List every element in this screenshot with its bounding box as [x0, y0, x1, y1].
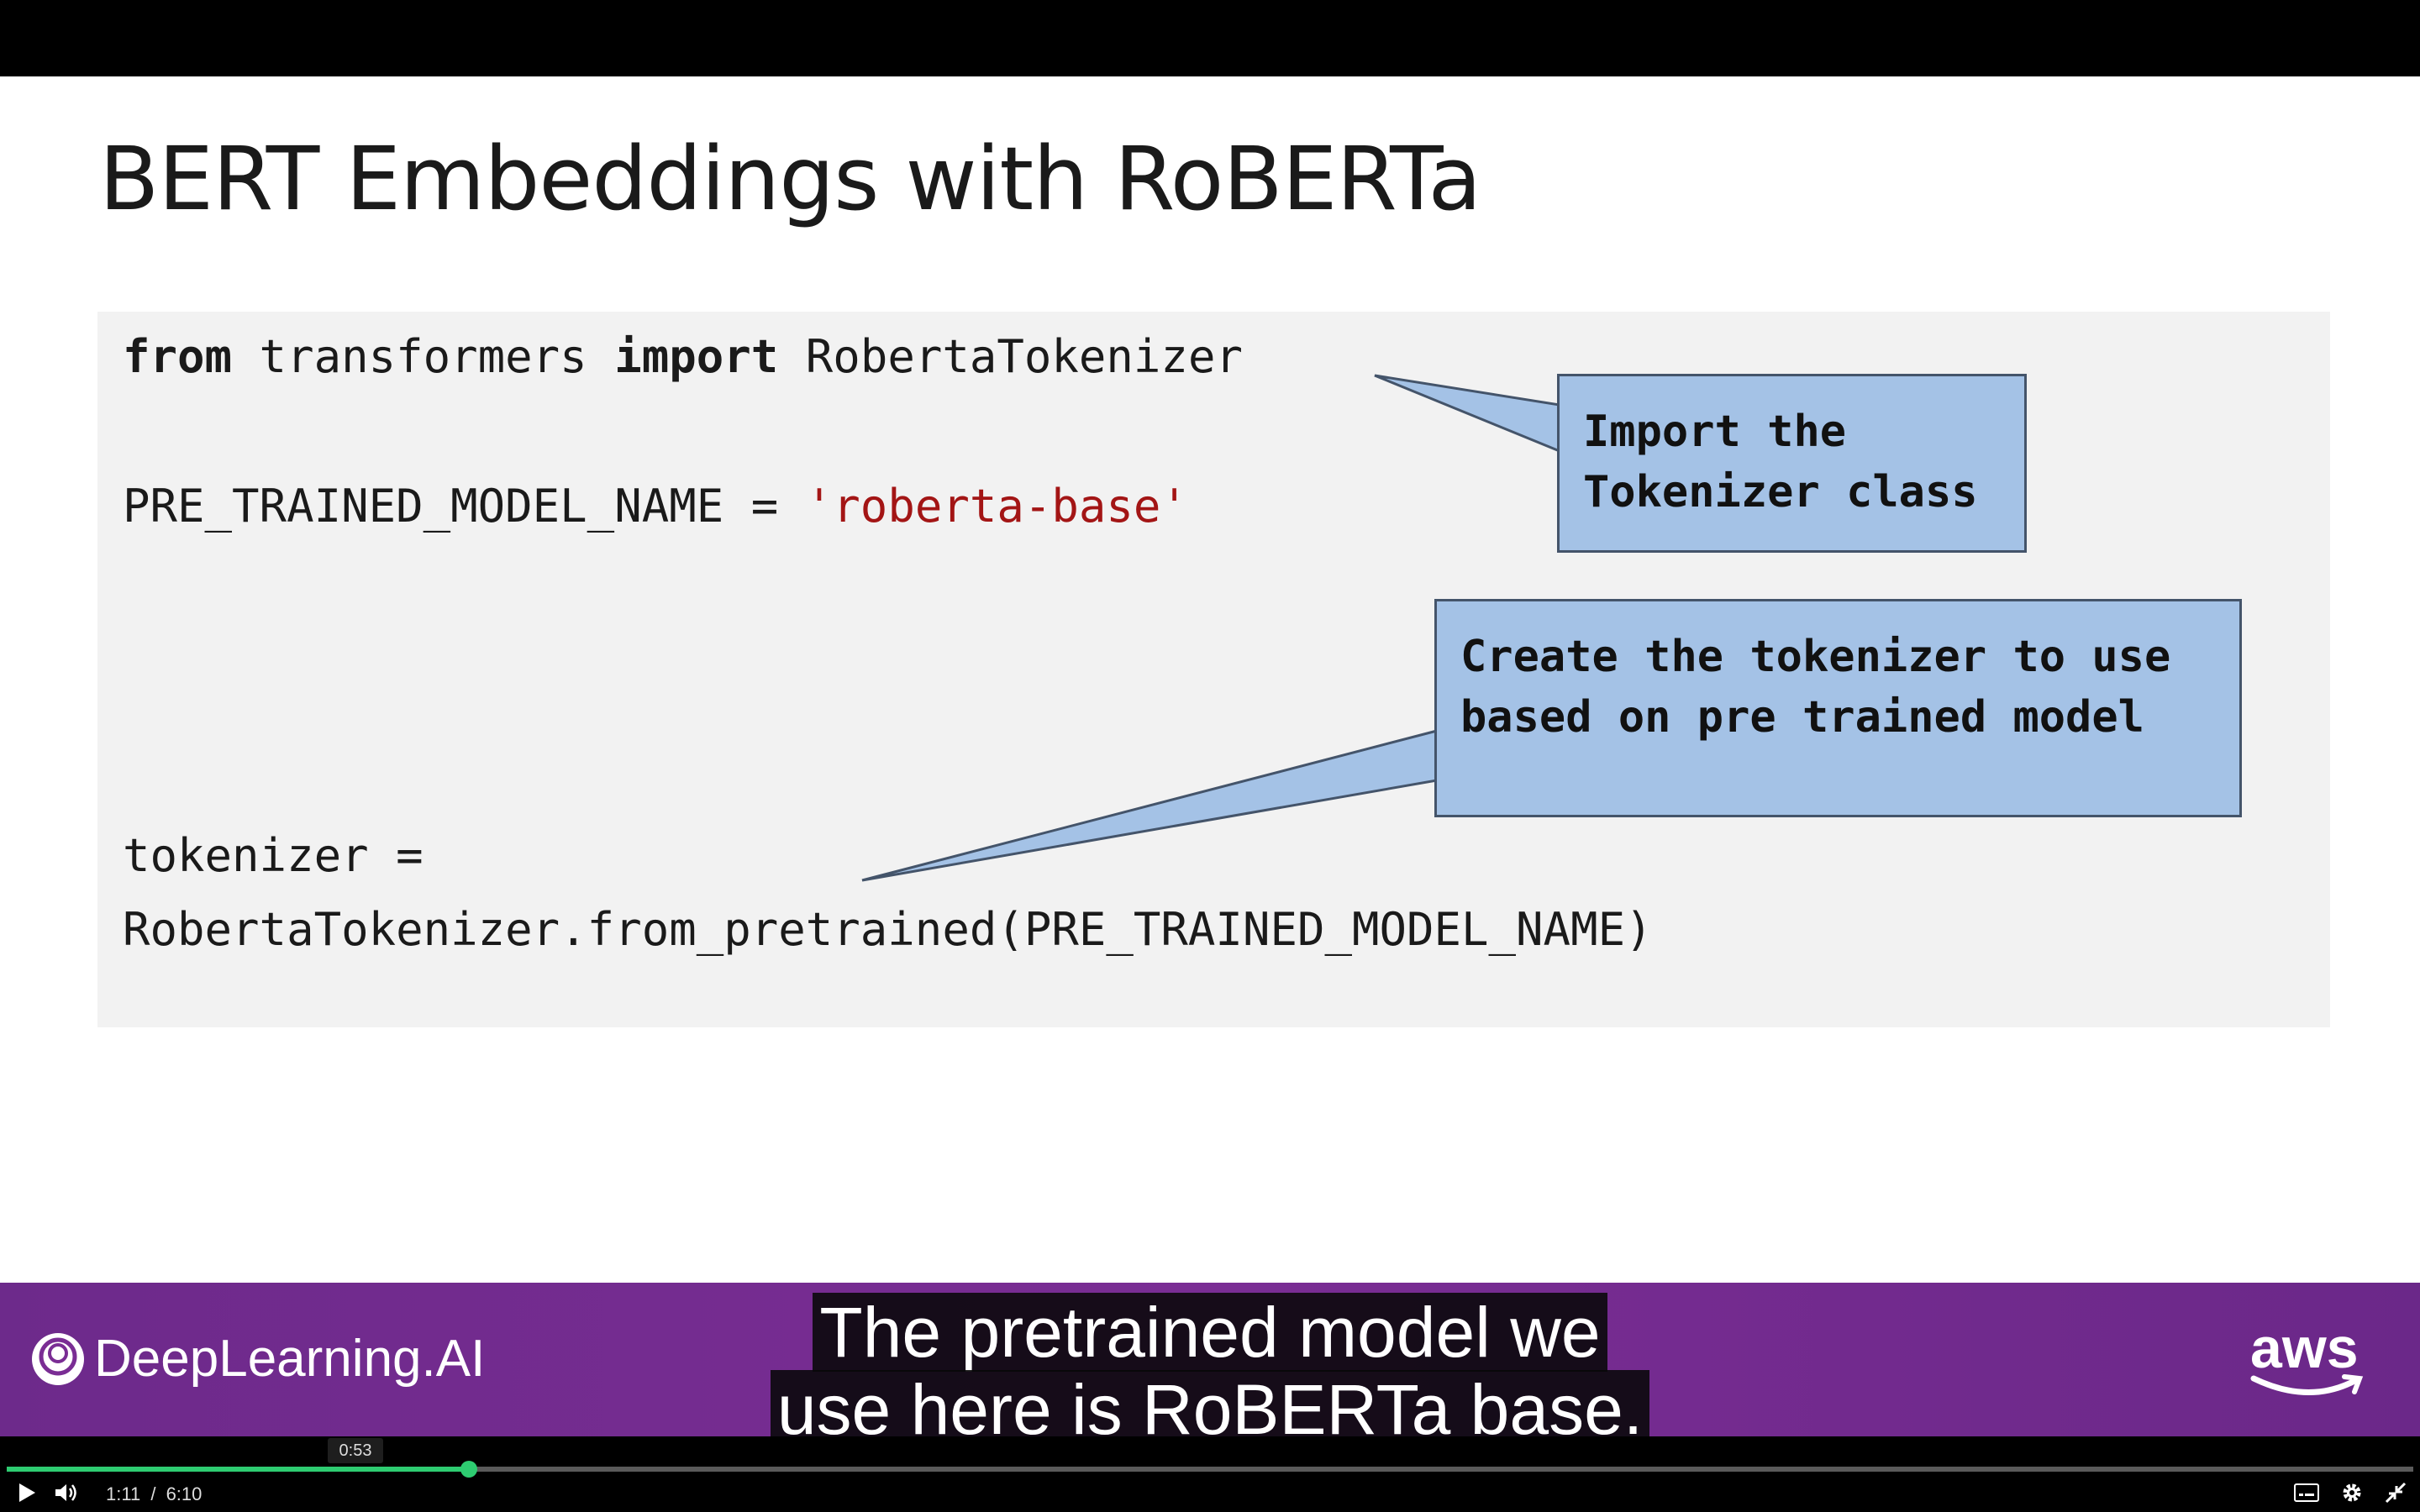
callout-import-tokenizer: Import the Tokenizer class: [1557, 374, 2027, 553]
volume-icon[interactable]: [54, 1482, 79, 1504]
callout1-pointer: [1374, 374, 1561, 454]
captions-icon[interactable]: [2294, 1483, 2319, 1502]
caption-line-1: The pretrained model we: [813, 1293, 1607, 1372]
time-display: 1:11 / 6:10: [106, 1483, 202, 1505]
settings-gear-icon[interactable]: [2340, 1481, 2364, 1504]
time-separator: /: [150, 1483, 156, 1504]
subtitle-caption: The pretrained model we use here is RoBE…: [0, 1293, 2420, 1449]
slide: BERT Embeddings with RoBERTa from transf…: [0, 76, 2420, 1283]
progress-fill: [7, 1467, 469, 1472]
duration: 6:10: [166, 1483, 203, 1504]
play-icon[interactable]: [17, 1482, 37, 1504]
progress-bar[interactable]: [7, 1461, 2413, 1478]
progress-handle[interactable]: [460, 1461, 477, 1478]
hover-time-tooltip: 0:53: [328, 1438, 383, 1463]
callout-create-tokenizer: Create the tokenizer to use based on pre…: [1434, 599, 2242, 817]
video-player-controls: 0:53 1:11 / 6:10: [0, 1436, 2420, 1512]
current-time: 1:11: [106, 1483, 141, 1504]
callout2-pointer: [861, 729, 1439, 882]
exit-fullscreen-icon[interactable]: [2385, 1482, 2407, 1504]
